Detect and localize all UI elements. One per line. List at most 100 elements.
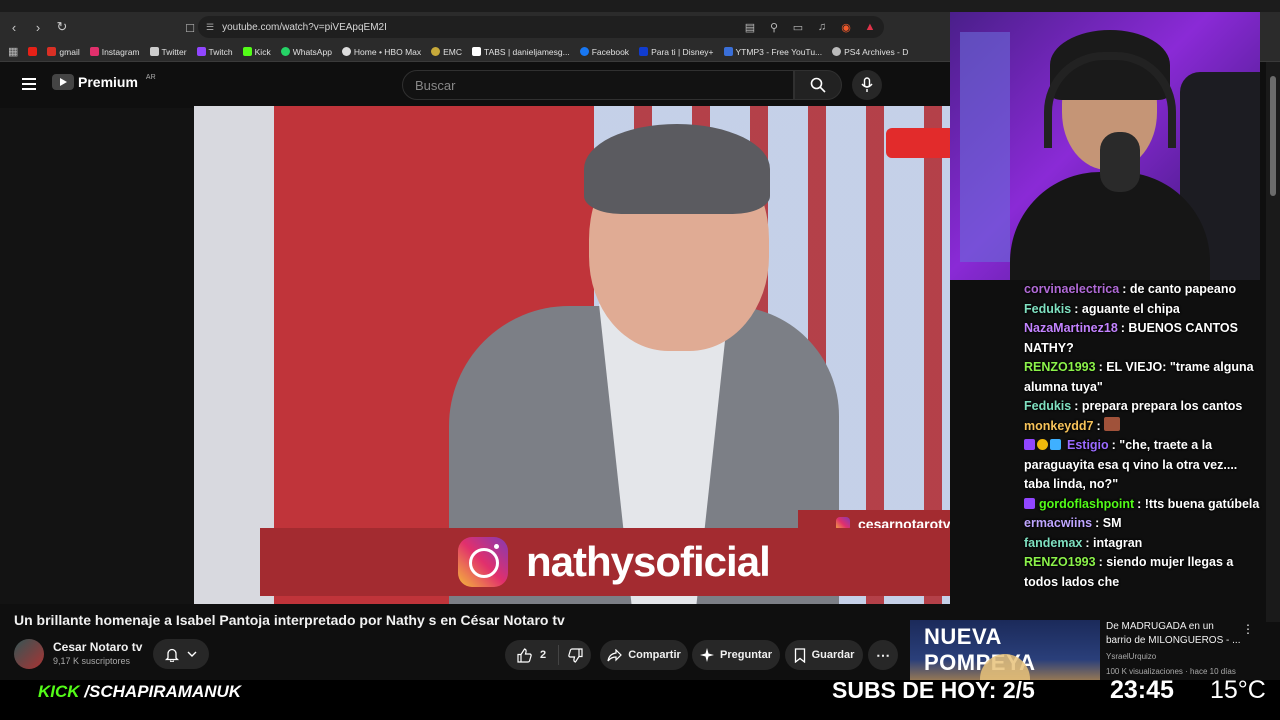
youtube-icon: [28, 47, 38, 56]
url-text: youtube.com/watch?v=piVEApqEM2I: [222, 21, 387, 33]
bookmark-item[interactable]: Twitter: [149, 46, 187, 57]
search-button[interactable]: [794, 70, 842, 100]
share-icon: [607, 648, 623, 661]
temperature: 15°C: [1210, 676, 1266, 704]
chat-text: :: [1096, 418, 1101, 433]
media-icon[interactable]: ♫: [814, 19, 830, 35]
related-video-title[interactable]: De MADRUGADA en un barrio de MILONGUEROS…: [1106, 620, 1242, 648]
bookmark-item[interactable]: Para ti | Disney+: [639, 47, 714, 57]
save-button[interactable]: Guardar: [785, 640, 863, 670]
voice-search-button[interactable]: [852, 70, 882, 100]
ask-label: Preguntar: [720, 649, 772, 661]
forward-icon[interactable]: ›: [28, 17, 48, 37]
bookmark-label: Facebook: [591, 46, 630, 57]
more-horizontal-icon: ⋯: [876, 646, 890, 663]
ytmp3-icon: [723, 47, 733, 56]
brave-rewards-icon[interactable]: ▲: [862, 19, 878, 35]
subscriber-badge-icon: [1024, 439, 1035, 450]
video-player[interactable]: cesarnotarotv nathysoficial: [194, 106, 950, 604]
kick-channel-tag: KICK /SCHAPIRAMANUK: [38, 682, 241, 702]
translate-icon[interactable]: ▤: [742, 19, 758, 35]
kick-logo: KICK: [38, 682, 80, 701]
chat-message: fandemax: intagran: [1024, 534, 1262, 554]
more-actions-button[interactable]: ⋯: [868, 640, 898, 670]
tab-strip: [0, 0, 1280, 12]
like-button[interactable]: 2: [505, 645, 559, 665]
ps4-icon: [832, 47, 842, 56]
chat-message: RENZO1993: EL VIEJO: "trame alguna alumn…: [1024, 358, 1262, 397]
search-placeholder: Buscar: [415, 77, 456, 93]
bookmark-label: Kick: [254, 46, 271, 57]
chat-message: monkeydd7:: [1024, 416, 1262, 437]
channel-avatar[interactable]: [14, 639, 44, 669]
disney-icon: [639, 47, 649, 56]
chat-message: Fedukis: aguante el chipa: [1024, 300, 1262, 320]
bookmark-label: Instagram: [101, 46, 140, 57]
bookmark-item[interactable]: YTMP3 - Free YouTu...: [723, 47, 822, 57]
cast-icon[interactable]: ▭: [790, 19, 806, 35]
bookmark-item[interactable]: gmail: [47, 46, 80, 57]
like-count: 2: [539, 649, 547, 661]
chat-text: : !tts buena gatúbela: [1137, 496, 1260, 511]
notifications-button[interactable]: [153, 639, 209, 669]
country-code: AR: [145, 73, 156, 81]
save-label: Guardar: [811, 649, 855, 661]
bookmark-item[interactable]: Facebook: [579, 46, 630, 57]
share-label: Compartir: [628, 649, 681, 661]
back-icon[interactable]: ‹: [4, 17, 24, 37]
bookmark-icon[interactable]: □: [180, 17, 200, 37]
bookmark-item[interactable]: Twitch: [196, 47, 233, 57]
search-input[interactable]: Buscar: [402, 70, 794, 100]
ask-button[interactable]: Preguntar: [692, 640, 780, 670]
bookmark-item[interactable]: PS4 Archives - D: [832, 47, 908, 57]
chat-text: : de canto papeano: [1122, 282, 1237, 296]
chat-username: gordoflashpoint: [1039, 496, 1135, 511]
bookmark-item[interactable]: Home • HBO Max: [341, 47, 421, 57]
microphone-icon: [1100, 132, 1140, 192]
bookmark-item[interactable]: Instagram: [89, 46, 140, 57]
site-info-icon[interactable]: ☰: [206, 22, 214, 33]
bookmark-label: gmail: [59, 46, 80, 57]
youtube-logo[interactable]: Premium AR: [52, 74, 156, 90]
reload-icon[interactable]: ↻: [52, 17, 72, 37]
chat-username: fandemax: [1024, 535, 1083, 550]
more-vertical-icon[interactable]: ⋮: [1242, 622, 1254, 636]
bookmark-item[interactable]: Kick: [242, 46, 271, 57]
menu-icon[interactable]: [22, 78, 36, 90]
sub-gifter-badge-icon: [1050, 439, 1061, 450]
twitch-icon: [196, 47, 206, 56]
microphone-icon: [861, 77, 873, 92]
bookmark-label: Twitter: [161, 46, 187, 57]
related-video-channel[interactable]: YsraelUrquizo: [1106, 652, 1156, 661]
webcam-window-light: [960, 32, 1010, 262]
bookmark-youtube[interactable]: [28, 47, 38, 56]
gmail-icon: [47, 47, 57, 56]
scrollbar-thumb[interactable]: [1270, 76, 1276, 196]
bookmark-label: EMC: [443, 46, 463, 57]
whatsapp-icon: [280, 47, 290, 56]
facebook-icon: [579, 47, 589, 56]
page-scrollbar[interactable]: [1266, 62, 1280, 622]
bookmark-item[interactable]: EMC: [431, 47, 462, 57]
zoom-icon[interactable]: ⚲: [766, 19, 782, 35]
instagram-lower-third: nathysoficial: [260, 528, 950, 596]
brave-shield-icon[interactable]: ◉: [838, 19, 854, 35]
bookmark-item[interactable]: WhatsApp: [280, 47, 332, 57]
url-field[interactable]: ☰ youtube.com/watch?v=piVEApqEM2I ▤ ⚲ ▭ …: [198, 16, 884, 38]
apps-icon[interactable]: ▦: [8, 45, 18, 58]
video-title: Un brillante homenaje a Isabel Pantoja i…: [14, 612, 565, 628]
emc-icon: [431, 47, 441, 56]
chat-message: NazaMartinez18: BUENOS CANTOS NATHY?: [1024, 319, 1262, 358]
related-video-meta: 100 K visualizaciones · hace 10 días: [1106, 667, 1236, 676]
bookmark-item[interactable]: TABS | danieljamesg...: [472, 47, 570, 57]
kick-channel-name: /SCHAPIRAMANUK: [84, 682, 242, 701]
dislike-button[interactable]: [559, 647, 591, 663]
channel-name[interactable]: Cesar Notaro tv: [53, 640, 142, 654]
chat-username: ermacwiins: [1024, 516, 1093, 530]
share-button[interactable]: Compartir: [600, 640, 688, 670]
left-sidebar-area: [0, 108, 194, 604]
chat-message: ermacwiins: SM: [1024, 514, 1262, 534]
emote-icon: [1104, 416, 1121, 431]
bookmark-label: TABS | danieljamesg...: [484, 46, 570, 57]
chat-username: Estigio: [1067, 438, 1109, 452]
